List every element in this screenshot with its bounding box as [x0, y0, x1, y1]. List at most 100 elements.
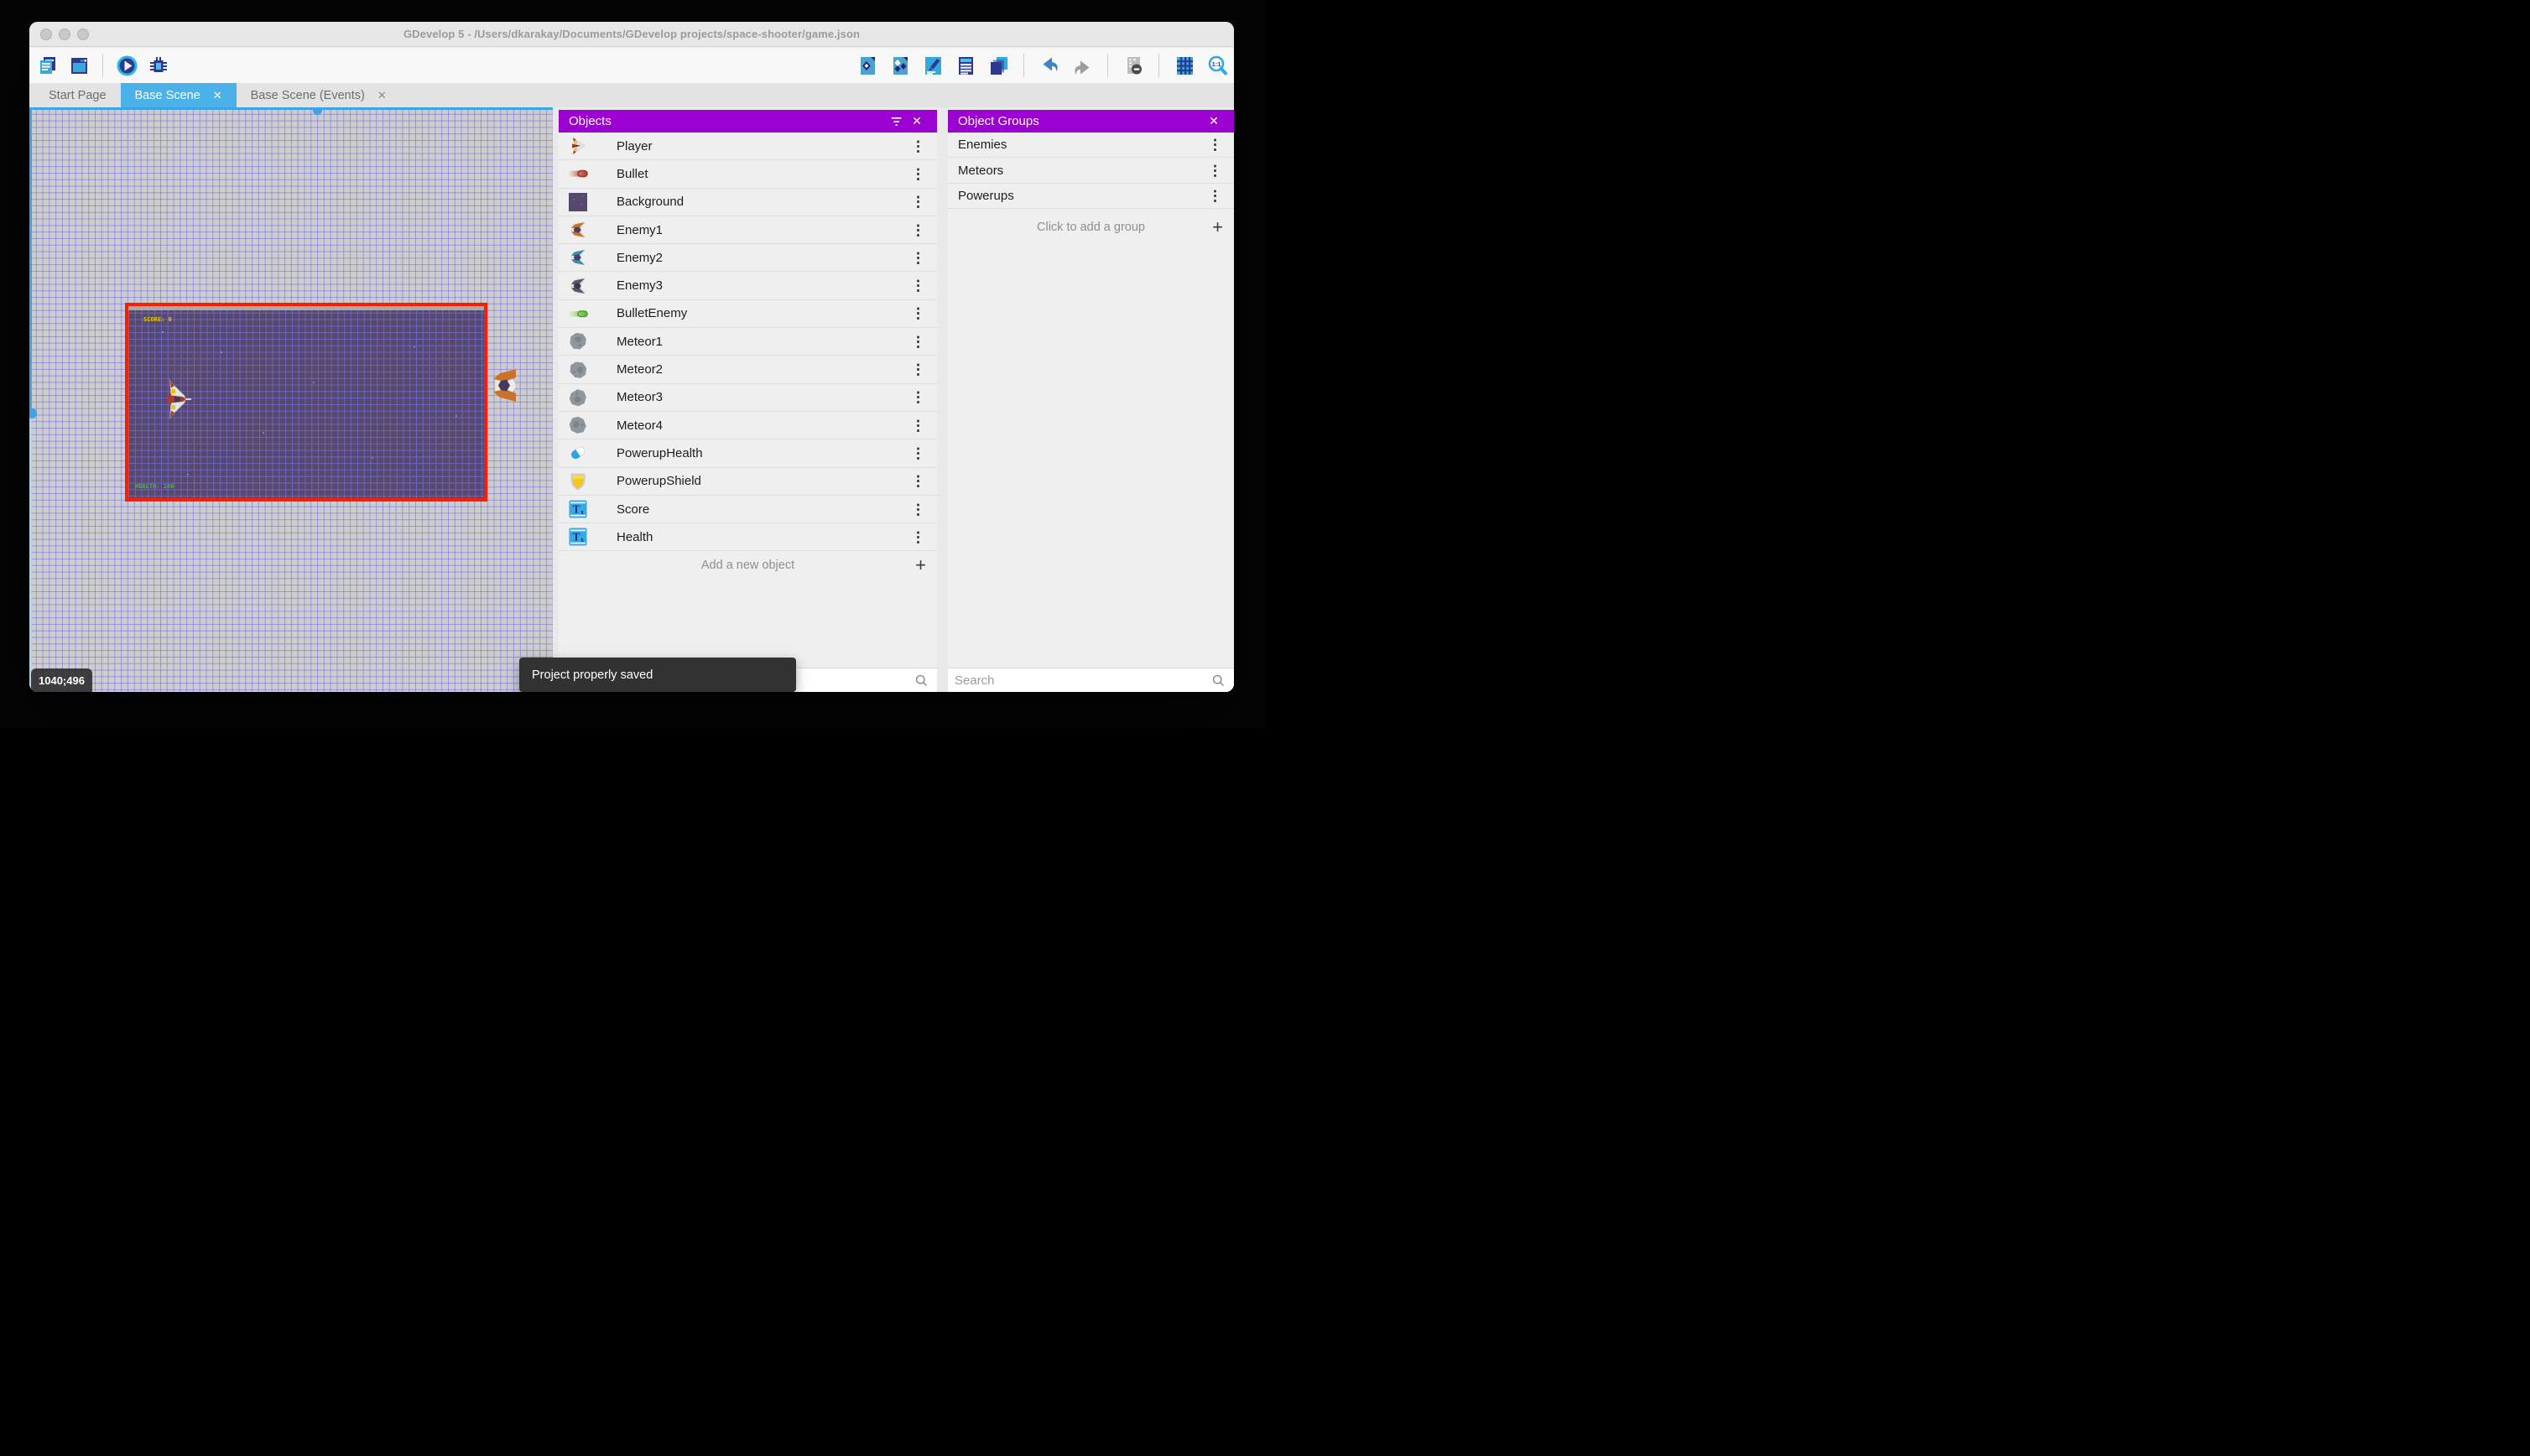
tab-close-icon[interactable]: ✕: [213, 89, 222, 102]
object-menu-icon[interactable]: ⋮: [911, 278, 925, 293]
redo-icon[interactable]: [1070, 54, 1094, 77]
object-menu-icon[interactable]: ⋮: [911, 390, 925, 404]
purple-background-icon: [568, 192, 588, 212]
object-menu-icon[interactable]: ⋮: [911, 139, 925, 153]
play-preview-icon[interactable]: [115, 54, 138, 77]
toolbar-separator: [102, 54, 103, 77]
red-bullet-icon: [568, 164, 588, 184]
enemy-ship-instance[interactable]: [490, 367, 520, 403]
debug-icon[interactable]: [146, 54, 169, 77]
close-panel-icon[interactable]: ✕: [907, 114, 927, 128]
object-row-bullet[interactable]: Bullet ⋮: [559, 160, 937, 188]
object-menu-icon[interactable]: ⋮: [911, 502, 925, 517]
object-name: PowerupShield: [617, 474, 701, 488]
search-icon: [1211, 673, 1226, 688]
object-row-health[interactable]: Tx Health ⋮: [559, 523, 937, 551]
undo-icon[interactable]: [1038, 54, 1061, 77]
group-menu-icon[interactable]: ⋮: [1208, 164, 1222, 178]
object-row-background[interactable]: Background ⋮: [559, 189, 937, 216]
health-text-icon: Tx: [568, 527, 588, 547]
instances-list-icon[interactable]: [954, 54, 977, 77]
object-row-meteor2[interactable]: Meteor2 ⋮: [559, 356, 937, 383]
edit-object-groups-icon[interactable]: [888, 54, 912, 77]
meteor-icon: [568, 415, 588, 435]
objects-panel: Objects ✕ Player ⋮ Bullet ⋮: [559, 110, 937, 692]
group-row-meteors[interactable]: Meteors ⋮: [948, 158, 1234, 183]
toast-message: Project properly saved: [532, 668, 653, 682]
object-menu-icon[interactable]: ⋮: [911, 419, 925, 433]
tab-base-scene[interactable]: Base Scene ✕: [121, 83, 237, 107]
minimize-window-button[interactable]: [59, 29, 70, 40]
object-menu-icon[interactable]: ⋮: [911, 251, 925, 265]
group-menu-icon[interactable]: ⋮: [1208, 138, 1222, 152]
object-row-score[interactable]: Tx Score ⋮: [559, 496, 937, 523]
object-row-enemy1[interactable]: Enemy1 ⋮: [559, 216, 937, 244]
groups-search-bar: [948, 668, 1234, 692]
zoom-1-1-icon[interactable]: 1:1: [1205, 54, 1229, 77]
group-name: Powerups: [958, 189, 1014, 203]
horizontal-scrollbar[interactable]: [29, 107, 553, 110]
toggle-mask-icon[interactable]: [1122, 54, 1145, 77]
toolbar-separator: [1023, 54, 1024, 77]
object-name: Meteor4: [617, 419, 663, 433]
scene-canvas[interactable]: SCORE: 0 HEALTH: 100: [29, 107, 553, 692]
player-ship-instance[interactable]: [163, 379, 192, 419]
object-name: Meteor2: [617, 362, 663, 377]
edit-object-icon[interactable]: [856, 54, 879, 77]
preview-window-icon[interactable]: [67, 54, 91, 77]
object-menu-icon[interactable]: ⋮: [911, 335, 925, 349]
object-row-poweruphealth[interactable]: PowerupHealth ⋮: [559, 439, 937, 467]
player-ship-icon: [568, 136, 588, 156]
object-menu-icon[interactable]: ⋮: [911, 306, 925, 320]
zoom-window-button[interactable]: [77, 29, 89, 40]
object-menu-icon[interactable]: ⋮: [911, 362, 925, 377]
project-manager-icon[interactable]: [36, 54, 60, 77]
object-groups-panel-title: Object Groups: [958, 114, 1039, 128]
toolbar-separator: [1158, 54, 1159, 77]
vertical-scrollbar[interactable]: [29, 107, 32, 692]
object-row-powerupshield[interactable]: PowerupShield ⋮: [559, 468, 937, 496]
edit-properties-icon[interactable]: [921, 54, 945, 77]
tab-start-page[interactable]: Start Page: [34, 83, 121, 107]
add-group-button[interactable]: Click to add a group +: [948, 209, 1234, 246]
object-menu-icon[interactable]: ⋮: [911, 223, 925, 237]
object-row-meteor4[interactable]: Meteor4 ⋮: [559, 412, 937, 439]
toggle-grid-icon[interactable]: [1173, 54, 1196, 77]
object-menu-icon[interactable]: ⋮: [911, 167, 925, 181]
objects-list: Player ⋮ Bullet ⋮ Background ⋮ Enemy1 ⋮: [559, 133, 937, 668]
object-row-player[interactable]: Player ⋮: [559, 133, 937, 160]
title-bar: GDevelop 5 - /Users/dkarakay/Documents/G…: [29, 22, 1234, 47]
groups-search-input[interactable]: [955, 673, 1211, 688]
object-menu-icon[interactable]: ⋮: [911, 474, 925, 488]
score-text-instance[interactable]: SCORE: 0: [143, 316, 172, 323]
group-row-enemies[interactable]: Enemies ⋮: [948, 133, 1234, 158]
object-row-enemy2[interactable]: Enemy2 ⋮: [559, 244, 937, 272]
object-menu-icon[interactable]: ⋮: [911, 530, 925, 544]
plus-icon: +: [915, 554, 926, 576]
object-row-bulletenemy[interactable]: BulletEnemy ⋮: [559, 300, 937, 328]
tab-base-scene-events[interactable]: Base Scene (Events) ✕: [237, 83, 401, 107]
top-wall-instance[interactable]: [128, 306, 484, 310]
group-menu-icon[interactable]: ⋮: [1208, 189, 1222, 203]
object-name: Enemy2: [617, 251, 663, 265]
horizontal-scrollbar-thumb[interactable]: [313, 107, 322, 115]
close-panel-icon[interactable]: ✕: [1204, 114, 1224, 128]
orange-enemy-ship-icon: [568, 220, 588, 240]
svg-text:T: T: [572, 531, 580, 543]
panel-resize-handle[interactable]: [937, 107, 948, 692]
object-row-meteor3[interactable]: Meteor3 ⋮: [559, 384, 937, 412]
object-menu-icon[interactable]: ⋮: [911, 195, 925, 209]
object-row-meteor1[interactable]: Meteor1 ⋮: [559, 328, 937, 356]
tab-close-icon[interactable]: ✕: [377, 89, 387, 102]
health-text-instance[interactable]: HEALTH: 100: [135, 483, 174, 490]
vertical-scrollbar-thumb[interactable]: [29, 408, 37, 419]
group-name: Meteors: [958, 164, 1003, 178]
object-row-enemy3[interactable]: Enemy3 ⋮: [559, 272, 937, 299]
close-window-button[interactable]: [40, 29, 52, 40]
add-object-label: Add a new object: [701, 559, 794, 572]
object-menu-icon[interactable]: ⋮: [911, 446, 925, 460]
layers-icon[interactable]: [986, 54, 1010, 77]
group-row-powerups[interactable]: Powerups ⋮: [948, 184, 1234, 209]
filter-icon[interactable]: [887, 117, 907, 127]
add-object-button[interactable]: Add a new object +: [559, 551, 937, 580]
